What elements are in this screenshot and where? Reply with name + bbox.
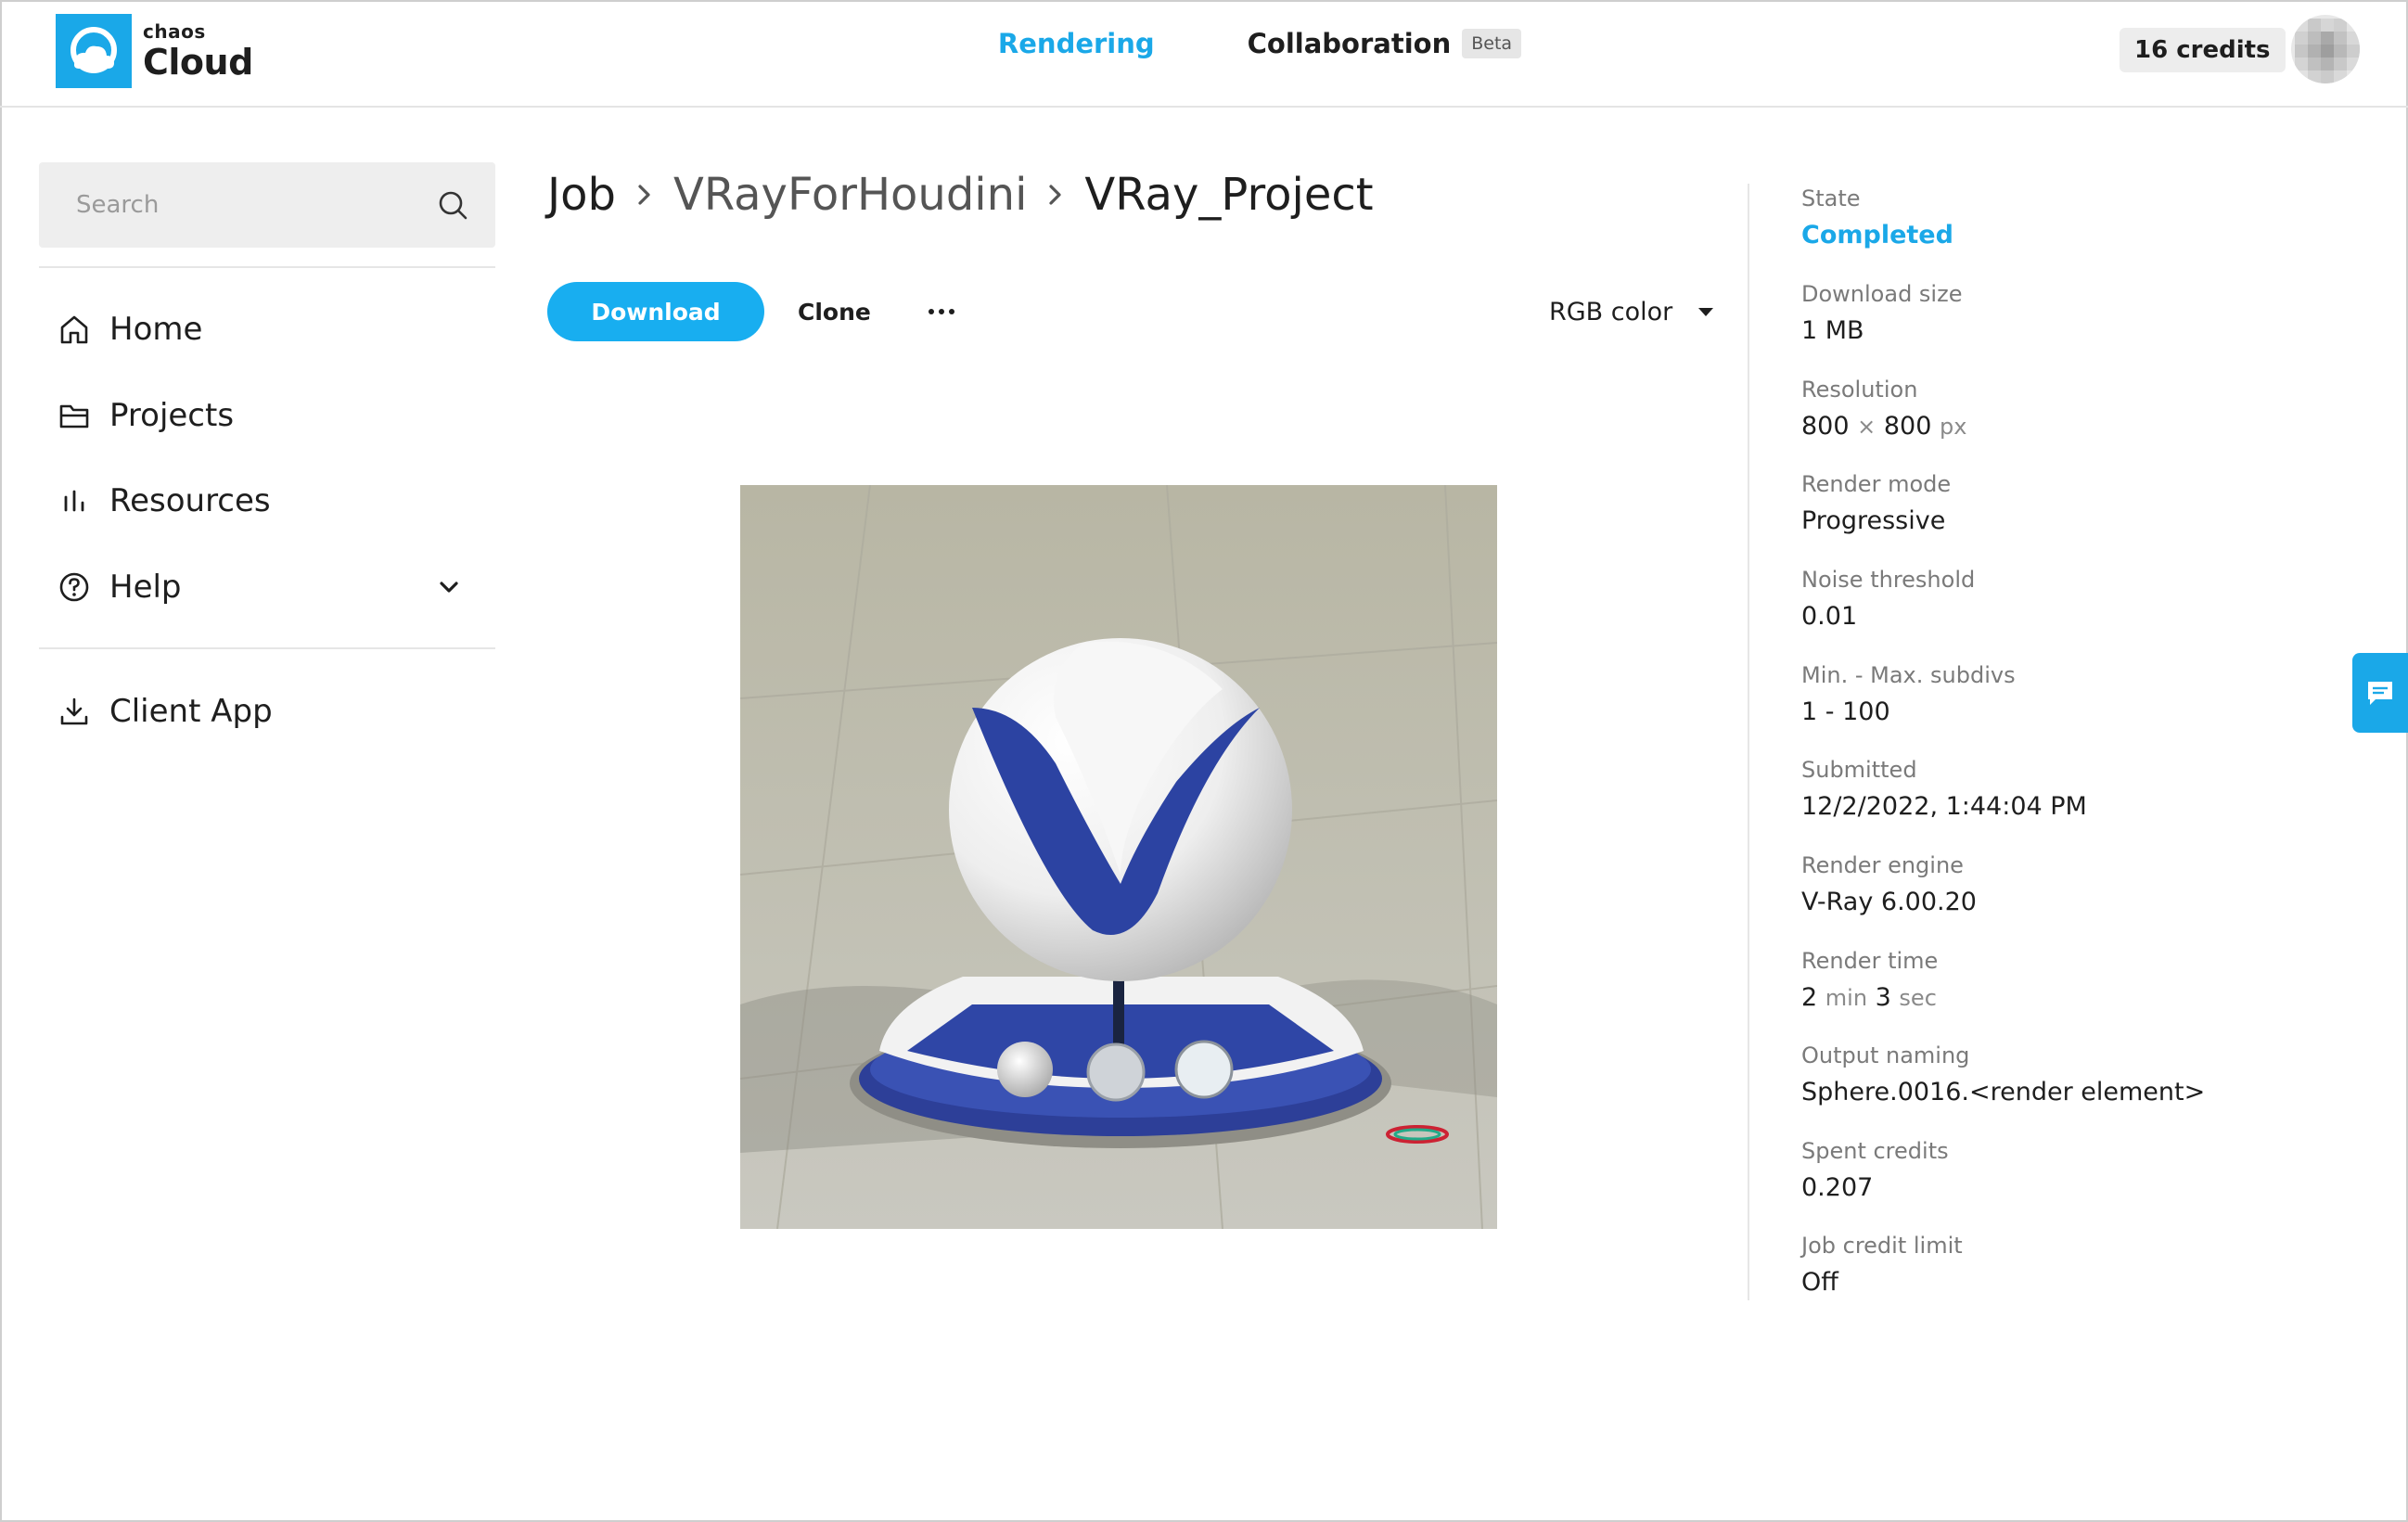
detail-label: Render time: [1801, 948, 1939, 974]
sidebar-divider: [39, 647, 495, 649]
clone-button[interactable]: Clone: [798, 293, 871, 330]
state-value: Completed: [1801, 221, 1953, 249]
more-options-button[interactable]: [918, 295, 965, 328]
detail-state: State Completed: [1801, 185, 2358, 249]
chevron-right-icon: [638, 185, 650, 205]
more-dot-icon: [949, 309, 954, 314]
detail-output-naming: Output naming Sphere.0016.<render elemen…: [1801, 1042, 2358, 1106]
cloud-logo-icon: [56, 14, 132, 88]
sidebar-item-help[interactable]: Help: [56, 559, 482, 615]
caret-down-icon: [1698, 307, 1714, 316]
breadcrumb-job-name: VRay_Project: [1084, 169, 1374, 221]
channel-select-value: RGB color: [1549, 297, 1673, 326]
logo-big-text: Cloud: [143, 42, 253, 83]
search-input[interactable]: [76, 186, 410, 224]
more-dot-icon: [939, 309, 944, 314]
detail-label: Spent credits: [1801, 1138, 1949, 1164]
detail-render-engine: Render engine V-Ray 6.00.20: [1801, 852, 2358, 916]
chaos-cloud-logo[interactable]: chaos Cloud: [56, 14, 253, 88]
sidebar-item-label: Help: [109, 569, 182, 606]
detail-value: 1 MB: [1801, 316, 1864, 345]
nav-collaboration[interactable]: Collaboration Beta: [1247, 28, 1522, 59]
chevron-right-icon: [1049, 185, 1062, 205]
detail-value: 0.01: [1801, 602, 1858, 631]
breadcrumb: Job VRayForHoudini VRay_Project: [547, 169, 1374, 221]
beta-badge: Beta: [1462, 29, 1522, 58]
detail-value: Sphere.0016.<render element>: [1801, 1078, 2206, 1106]
sidebar-item-label: Projects: [109, 397, 235, 434]
home-icon: [56, 311, 93, 348]
detail-value: Off: [1801, 1268, 1838, 1297]
logo-small-text: chaos: [143, 20, 206, 43]
detail-noise-threshold: Noise threshold 0.01: [1801, 567, 2358, 631]
folder-icon: [56, 397, 93, 434]
nav-collaboration-label: Collaboration: [1247, 28, 1452, 59]
detail-label: Resolution: [1801, 377, 1918, 403]
sidebar-item-label: Home: [109, 311, 203, 348]
chat-icon: [2368, 682, 2392, 705]
detail-submitted: Submitted 12/2/2022, 1:44:04 PM: [1801, 757, 2358, 821]
detail-label: Min. - Max. subdivs: [1801, 662, 2016, 688]
render-time-sec-unit: sec: [1899, 985, 1937, 1011]
detail-value: 800 × 800 px: [1801, 412, 2358, 441]
channel-select[interactable]: RGB color: [1549, 293, 1714, 330]
breadcrumb-project[interactable]: VRayForHoudini: [673, 169, 1027, 221]
render-time-sec: 3: [1875, 983, 1891, 1012]
detail-value: 2 min 3 sec: [1801, 983, 2358, 1012]
detail-label: Render engine: [1801, 852, 1964, 878]
search-box: [39, 162, 495, 248]
more-dot-icon: [929, 309, 934, 314]
detail-label: State: [1801, 185, 1861, 211]
sidebar-item-resources[interactable]: Resources: [56, 473, 482, 529]
chevron-down-icon[interactable]: [434, 572, 464, 602]
help-circle-icon: [56, 569, 93, 606]
resolution-height: 800: [1883, 412, 1932, 441]
render-time-min-unit: min: [1825, 985, 1868, 1011]
detail-render-mode: Render mode Progressive: [1801, 471, 2358, 535]
main-nav: Rendering Collaboration Beta: [0, 28, 2408, 59]
detail-value: V-Ray 6.00.20: [1801, 888, 1977, 916]
sidebar-item-label: Resources: [109, 482, 271, 519]
resolution-unit: px: [1939, 414, 1967, 440]
download-icon: [56, 693, 93, 730]
nav-rendering[interactable]: Rendering: [998, 28, 1155, 59]
detail-label: Render mode: [1801, 471, 1952, 497]
render-preview-image[interactable]: [740, 485, 1497, 1229]
bar-chart-icon: [56, 482, 93, 519]
detail-label: Submitted: [1801, 757, 1917, 783]
download-button[interactable]: Download: [547, 282, 764, 341]
sidebar-divider: [39, 266, 495, 268]
detail-value: 12/2/2022, 1:44:04 PM: [1801, 792, 2087, 821]
user-avatar[interactable]: [2291, 15, 2360, 83]
detail-label: Noise threshold: [1801, 567, 1976, 593]
sidebar-item-home[interactable]: Home: [56, 301, 482, 357]
feedback-button[interactable]: [2352, 653, 2408, 733]
detail-label: Download size: [1801, 281, 1963, 307]
detail-download-size: Download size 1 MB: [1801, 281, 2358, 345]
detail-subdivs: Min. - Max. subdivs 1 - 100: [1801, 662, 2358, 726]
breadcrumb-job[interactable]: Job: [547, 169, 616, 221]
sidebar-item-client-app[interactable]: Client App: [56, 684, 482, 739]
detail-credit-limit: Job credit limit Off: [1801, 1233, 2358, 1297]
detail-value: 0.207: [1801, 1173, 1874, 1202]
detail-spent-credits: Spent credits 0.207: [1801, 1138, 2358, 1202]
search-icon[interactable]: [436, 188, 469, 222]
resolution-width: 800: [1801, 412, 1850, 441]
resolution-times: ×: [1857, 414, 1876, 440]
detail-label: Job credit limit: [1801, 1233, 1963, 1259]
top-bar: chaos Cloud Rendering Collaboration Beta…: [0, 0, 2408, 108]
sidebar-item-label: Client App: [109, 693, 273, 730]
detail-resolution: Resolution 800 × 800 px: [1801, 377, 2358, 441]
render-time-min: 2: [1801, 983, 1818, 1012]
credits-badge[interactable]: 16 credits: [2120, 28, 2286, 72]
detail-value: 1 - 100: [1801, 697, 1890, 726]
detail-label: Output naming: [1801, 1042, 1970, 1068]
detail-value: Progressive: [1801, 506, 1946, 535]
sidebar-item-projects[interactable]: Projects: [56, 388, 482, 443]
detail-render-time: Render time 2 min 3 sec: [1801, 948, 2358, 1012]
details-divider: [1748, 184, 1749, 1300]
nav-rendering-label: Rendering: [997, 28, 1155, 59]
